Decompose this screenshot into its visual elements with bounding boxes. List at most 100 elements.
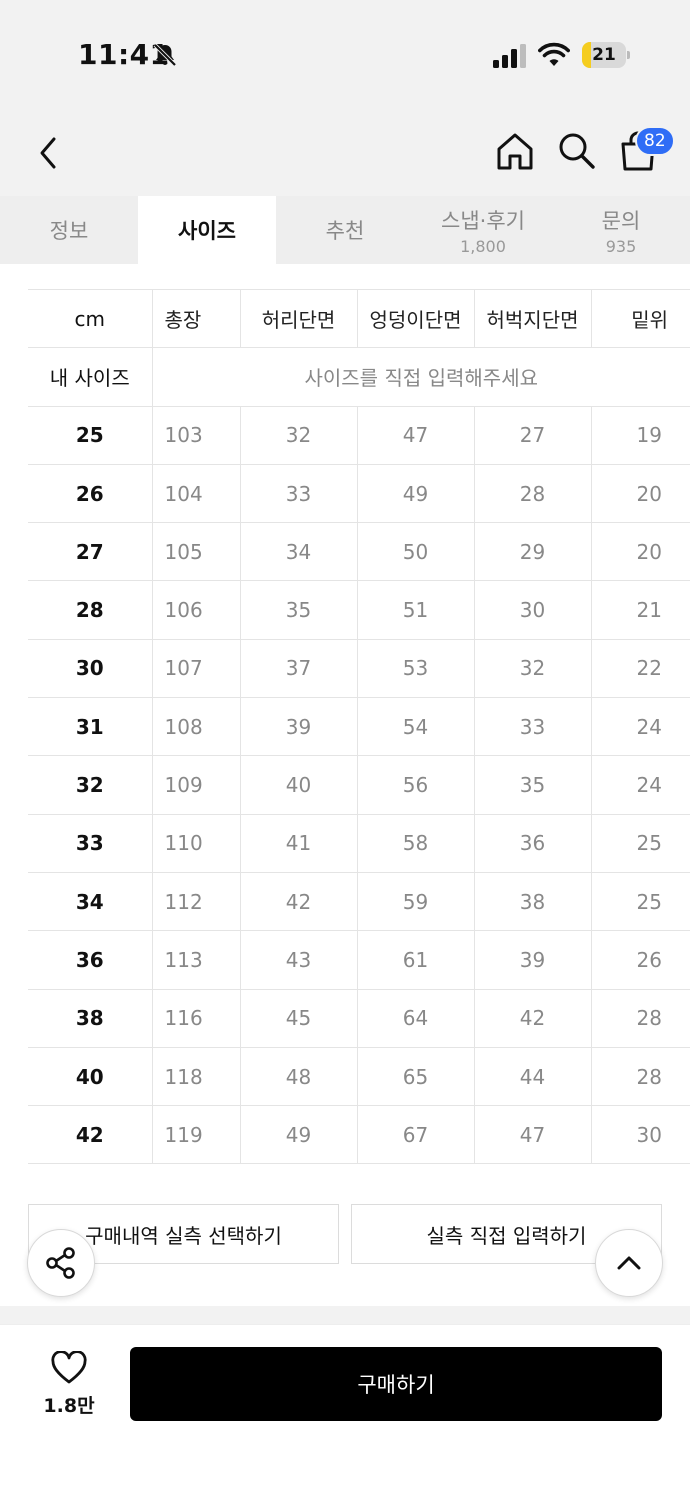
size-label: 31: [28, 697, 152, 757]
tab-label: 정보: [49, 219, 89, 243]
search-icon[interactable]: [556, 130, 596, 170]
section-divider: [0, 1306, 690, 1324]
table-row: 33 110 41 58 36 25: [28, 814, 690, 873]
size-label: 28: [28, 580, 152, 640]
tab-recommend[interactable]: 추천: [276, 196, 414, 264]
measurement-cell: 48: [239, 1047, 357, 1107]
like-count: 1.8만: [43, 1395, 95, 1417]
measurement-cell: 30: [590, 1105, 690, 1165]
measurement-cell: 56: [356, 755, 474, 815]
my-size-label: 내 사이즈: [28, 347, 152, 407]
measurement-cell: 20: [590, 522, 690, 582]
size-label: 38: [28, 989, 152, 1048]
measurement-cell: 61: [356, 930, 474, 990]
size-label: 32: [28, 755, 152, 815]
measurement-cell: 41: [239, 814, 357, 873]
cart-count-badge: 82: [635, 126, 675, 156]
measurement-cell: 51: [356, 580, 474, 640]
measurement-cell: 25: [590, 814, 690, 873]
size-table: cm 총장 허리단면 엉덩이단면 허벅지단면 밑위 내 사이즈 사이즈를 직접 …: [28, 288, 690, 1165]
measurement-cell: 20: [590, 464, 690, 524]
status-bar: 11:41 21: [0, 0, 690, 110]
tab-info[interactable]: 정보: [0, 196, 138, 264]
measurement-cell: 33: [473, 697, 591, 757]
measurement-cell: 103: [151, 406, 240, 465]
measurement-cell: 28: [590, 989, 690, 1048]
measurement-cell: 59: [356, 872, 474, 932]
table-row: 27 105 34 50 29 20: [28, 522, 690, 582]
tab-label: 사이즈: [178, 219, 236, 243]
measurement-cell: 40: [239, 755, 357, 815]
table-row: 34 112 42 59 38 25: [28, 872, 690, 932]
measurement-cell: 113: [151, 930, 240, 990]
size-label: 40: [28, 1047, 152, 1107]
measurement-cell: 50: [356, 522, 474, 582]
column-header: 허리단면: [239, 288, 357, 349]
measurement-cell: 28: [590, 1047, 690, 1107]
share-button[interactable]: [27, 1229, 95, 1297]
measurement-cell: 30: [473, 580, 591, 640]
measurement-cell: 33: [239, 464, 357, 524]
unit-header: cm: [28, 288, 152, 349]
table-row: 30 107 37 53 32 22: [28, 639, 690, 699]
measurement-cell: 58: [356, 814, 474, 873]
bottom-bar: 1.8만 구매하기: [0, 1324, 690, 1500]
table-row: 38 116 45 64 42 28: [28, 989, 690, 1048]
measurement-cell: 54: [356, 697, 474, 757]
measurement-actions: 구매내역 실측 선택하기 실측 직접 입력하기: [28, 1204, 662, 1264]
buy-button[interactable]: 구매하기: [130, 1347, 662, 1421]
home-icon[interactable]: [494, 130, 536, 172]
measurement-cell: 22: [590, 639, 690, 699]
tab-bar: 정보 사이즈 추천 스냅·후기 1,800 문의 935: [0, 196, 690, 264]
scroll-top-button[interactable]: [595, 1229, 663, 1297]
measurement-cell: 49: [356, 464, 474, 524]
battery-indicator: 21: [582, 42, 630, 68]
measurement-cell: 28: [473, 464, 591, 524]
nav-bar: [0, 110, 690, 196]
measurement-cell: 36: [473, 814, 591, 873]
measurement-cell: 32: [473, 639, 591, 699]
bell-slash-icon: [153, 43, 177, 67]
measurement-cell: 119: [151, 1105, 240, 1165]
table-row: 42 119 49 67 47 30: [28, 1105, 690, 1165]
measurement-cell: 19: [590, 406, 690, 465]
tab-count: 935: [605, 236, 637, 256]
column-header: 엉덩이단면: [356, 288, 474, 349]
measurement-cell: 42: [473, 989, 591, 1048]
size-label: 30: [28, 639, 152, 699]
tab-size[interactable]: 사이즈: [138, 196, 276, 264]
column-header: 밑위: [590, 288, 690, 349]
size-label: 27: [28, 522, 152, 582]
measurement-cell: 45: [239, 989, 357, 1048]
heart-icon: [51, 1351, 87, 1384]
column-header: 총장: [151, 288, 240, 349]
share-icon: [46, 1247, 75, 1279]
measurement-cell: 26: [590, 930, 690, 990]
my-size-row: 내 사이즈 사이즈를 직접 입력해주세요: [28, 347, 690, 407]
chevron-up-icon: [617, 1256, 641, 1270]
tab-label: 추천: [325, 219, 365, 243]
my-size-input[interactable]: 사이즈를 직접 입력해주세요: [151, 347, 690, 407]
table-row: 28 106 35 51 30 21: [28, 580, 690, 640]
tab-label: 문의: [601, 208, 641, 233]
measurement-cell: 27: [473, 406, 591, 465]
tab-inquiry[interactable]: 문의 935: [552, 196, 690, 264]
measurement-cell: 65: [356, 1047, 474, 1107]
back-arrow-icon[interactable]: [34, 134, 62, 172]
measurement-cell: 25: [590, 872, 690, 932]
measurement-cell: 108: [151, 697, 240, 757]
measurement-cell: 38: [473, 872, 591, 932]
measurement-cell: 49: [239, 1105, 357, 1165]
table-row: 26 104 33 49 28 20: [28, 464, 690, 524]
tab-snap-review[interactable]: 스냅·후기 1,800: [414, 196, 552, 264]
measurement-cell: 35: [473, 755, 591, 815]
measurement-cell: 34: [239, 522, 357, 582]
measurement-cell: 24: [590, 697, 690, 757]
table-row: 32 109 40 56 35 24: [28, 755, 690, 815]
measurement-cell: 39: [239, 697, 357, 757]
measurement-cell: 105: [151, 522, 240, 582]
measurement-cell: 47: [356, 406, 474, 465]
measurement-cell: 112: [151, 872, 240, 932]
like-button[interactable]: 1.8만: [30, 1351, 108, 1421]
cellular-signal-icon: [493, 44, 526, 68]
